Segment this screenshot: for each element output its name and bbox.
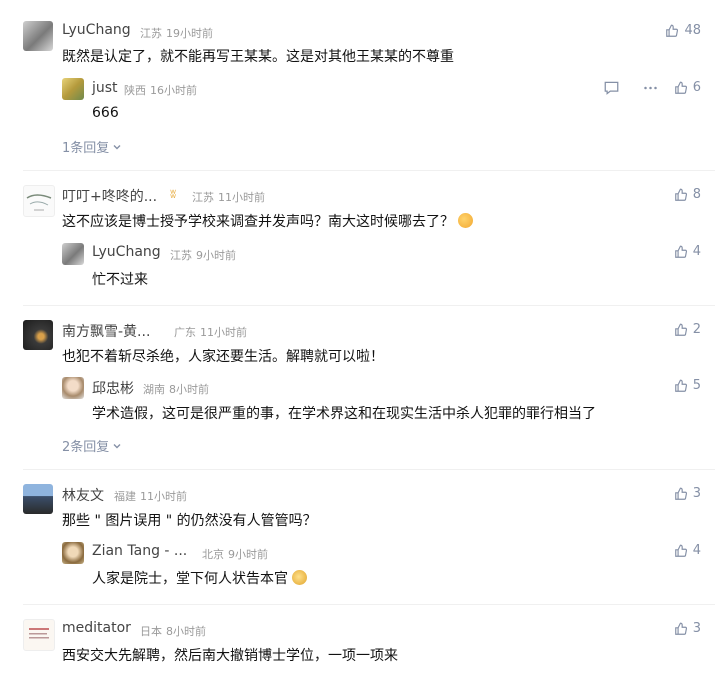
- thumbs-up-icon: [674, 622, 687, 635]
- chevron-down-icon: [113, 144, 121, 149]
- reply-location: 陕西: [124, 84, 146, 97]
- reply-author[interactable]: just: [92, 80, 118, 96]
- comment-text: 既然是认定了，就不能再写王某某。这是对其他王某某的不尊重: [62, 49, 454, 65]
- thumbs-up-icon: [674, 544, 687, 557]
- avatar[interactable]: [23, 21, 53, 51]
- like-button[interactable]: 8: [674, 187, 701, 202]
- reply-actions: [604, 81, 658, 95]
- like-count: 8: [692, 187, 701, 202]
- reply-author[interactable]: LyuChang: [92, 244, 161, 260]
- blowing-kiss-emoji-icon: [458, 213, 473, 228]
- comment-time: 11小时前: [140, 490, 187, 503]
- comment-location: 福建: [114, 490, 136, 503]
- more-dots-icon[interactable]: [643, 81, 658, 95]
- reply-author[interactable]: Zian Tang - ...: [92, 543, 187, 559]
- like-count: 5: [692, 378, 701, 393]
- thumbs-up-icon: [674, 245, 687, 258]
- avatar[interactable]: [62, 78, 84, 100]
- more-replies-label: 1条回复: [62, 141, 110, 156]
- more-replies-link[interactable]: 1条回复: [62, 137, 122, 156]
- cat-face-emoji-icon: [292, 570, 307, 585]
- like-count: 3: [692, 621, 701, 636]
- reply-text: 人家是院士，堂下何人状告本官: [92, 568, 307, 588]
- comment-author[interactable]: 林友文: [62, 485, 104, 505]
- comment-location: 广东: [174, 326, 196, 339]
- comment-text: 这不应该是博士授予学校来调查并发声吗？南大这时候哪去了？: [62, 211, 473, 231]
- like-button[interactable]: 2: [674, 322, 701, 337]
- avatar[interactable]: [62, 542, 84, 564]
- like-button[interactable]: 48: [665, 23, 701, 38]
- comment-icon[interactable]: [604, 81, 619, 95]
- comment-text: 也犯不着斩尽杀绝，人家还要生活。解聘就可以啦！: [62, 349, 384, 365]
- comment-location: 江苏: [140, 27, 162, 40]
- reply-author[interactable]: 邱忠彬: [92, 378, 134, 398]
- thumbs-up-icon: [674, 379, 687, 392]
- thumbs-up-icon: [674, 323, 687, 336]
- reply-location: 江苏: [170, 249, 192, 262]
- like-count: 4: [692, 543, 701, 558]
- comment-time: 8小时前: [166, 625, 206, 638]
- like-button[interactable]: 6: [674, 80, 701, 95]
- reply-time: 16小时前: [150, 84, 197, 97]
- comment-author[interactable]: meditator: [62, 620, 131, 636]
- reply-time: 9小时前: [196, 249, 236, 262]
- avatar[interactable]: [23, 320, 53, 350]
- like-button[interactable]: 4: [674, 244, 701, 259]
- like-count: 4: [692, 244, 701, 259]
- like-count: 48: [684, 23, 701, 38]
- chevron-down-icon: [113, 443, 121, 448]
- thumbs-up-icon: [666, 24, 679, 37]
- like-button[interactable]: 4: [674, 543, 701, 558]
- reply-time: 9小时前: [228, 548, 268, 561]
- like-count: 2: [692, 322, 701, 337]
- comment-text: 西安交大先解聘，然后南大撤销博士学位，一项一项来: [62, 648, 398, 664]
- divider: [23, 170, 715, 171]
- like-count: 6: [692, 80, 701, 95]
- like-count: 3: [692, 486, 701, 501]
- comment-time: 11小时前: [200, 326, 247, 339]
- comment-location: 日本: [140, 625, 162, 638]
- comment-time: 19小时前: [166, 27, 213, 40]
- avatar[interactable]: [62, 243, 84, 265]
- comment-author[interactable]: LyuChang: [62, 22, 131, 38]
- reply-text: 忙不过来: [92, 272, 148, 288]
- divider: [23, 305, 715, 306]
- more-replies-link[interactable]: 2条回复: [62, 436, 122, 455]
- comment-location: 江苏: [192, 191, 214, 204]
- avatar[interactable]: [23, 185, 55, 217]
- thumbs-up-icon: [674, 81, 687, 94]
- reply-location: 北京: [202, 548, 224, 561]
- reply-location: 湖南: [143, 383, 165, 396]
- like-button[interactable]: 3: [674, 486, 701, 501]
- more-replies-label: 2条回复: [62, 440, 110, 455]
- thumbs-up-icon: [674, 188, 687, 201]
- avatar[interactable]: [23, 484, 53, 514]
- reply-text: 学术造假，这可是很严重的事，在学术界这和在现实生活中杀人犯罪的罪行相当了: [92, 406, 596, 422]
- avatar[interactable]: [62, 377, 84, 399]
- avatar[interactable]: [23, 619, 55, 651]
- comment-text: 那些 " 图片误用 " 的仍然没有人管管吗？: [62, 513, 317, 529]
- like-button[interactable]: 5: [674, 378, 701, 393]
- like-button[interactable]: 3: [674, 621, 701, 636]
- thumbs-up-icon: [674, 487, 687, 500]
- comment-time: 11小时前: [218, 191, 265, 204]
- comment-author[interactable]: 叮叮+咚咚的...: [62, 186, 157, 206]
- reply-time: 8小时前: [169, 383, 209, 396]
- reply-text: 666: [92, 105, 119, 121]
- divider: [23, 469, 715, 470]
- divider: [23, 604, 715, 605]
- comment-author[interactable]: 南方飘雪-黄...: [62, 321, 150, 341]
- vip-badge-icon: ʬ: [170, 187, 177, 201]
